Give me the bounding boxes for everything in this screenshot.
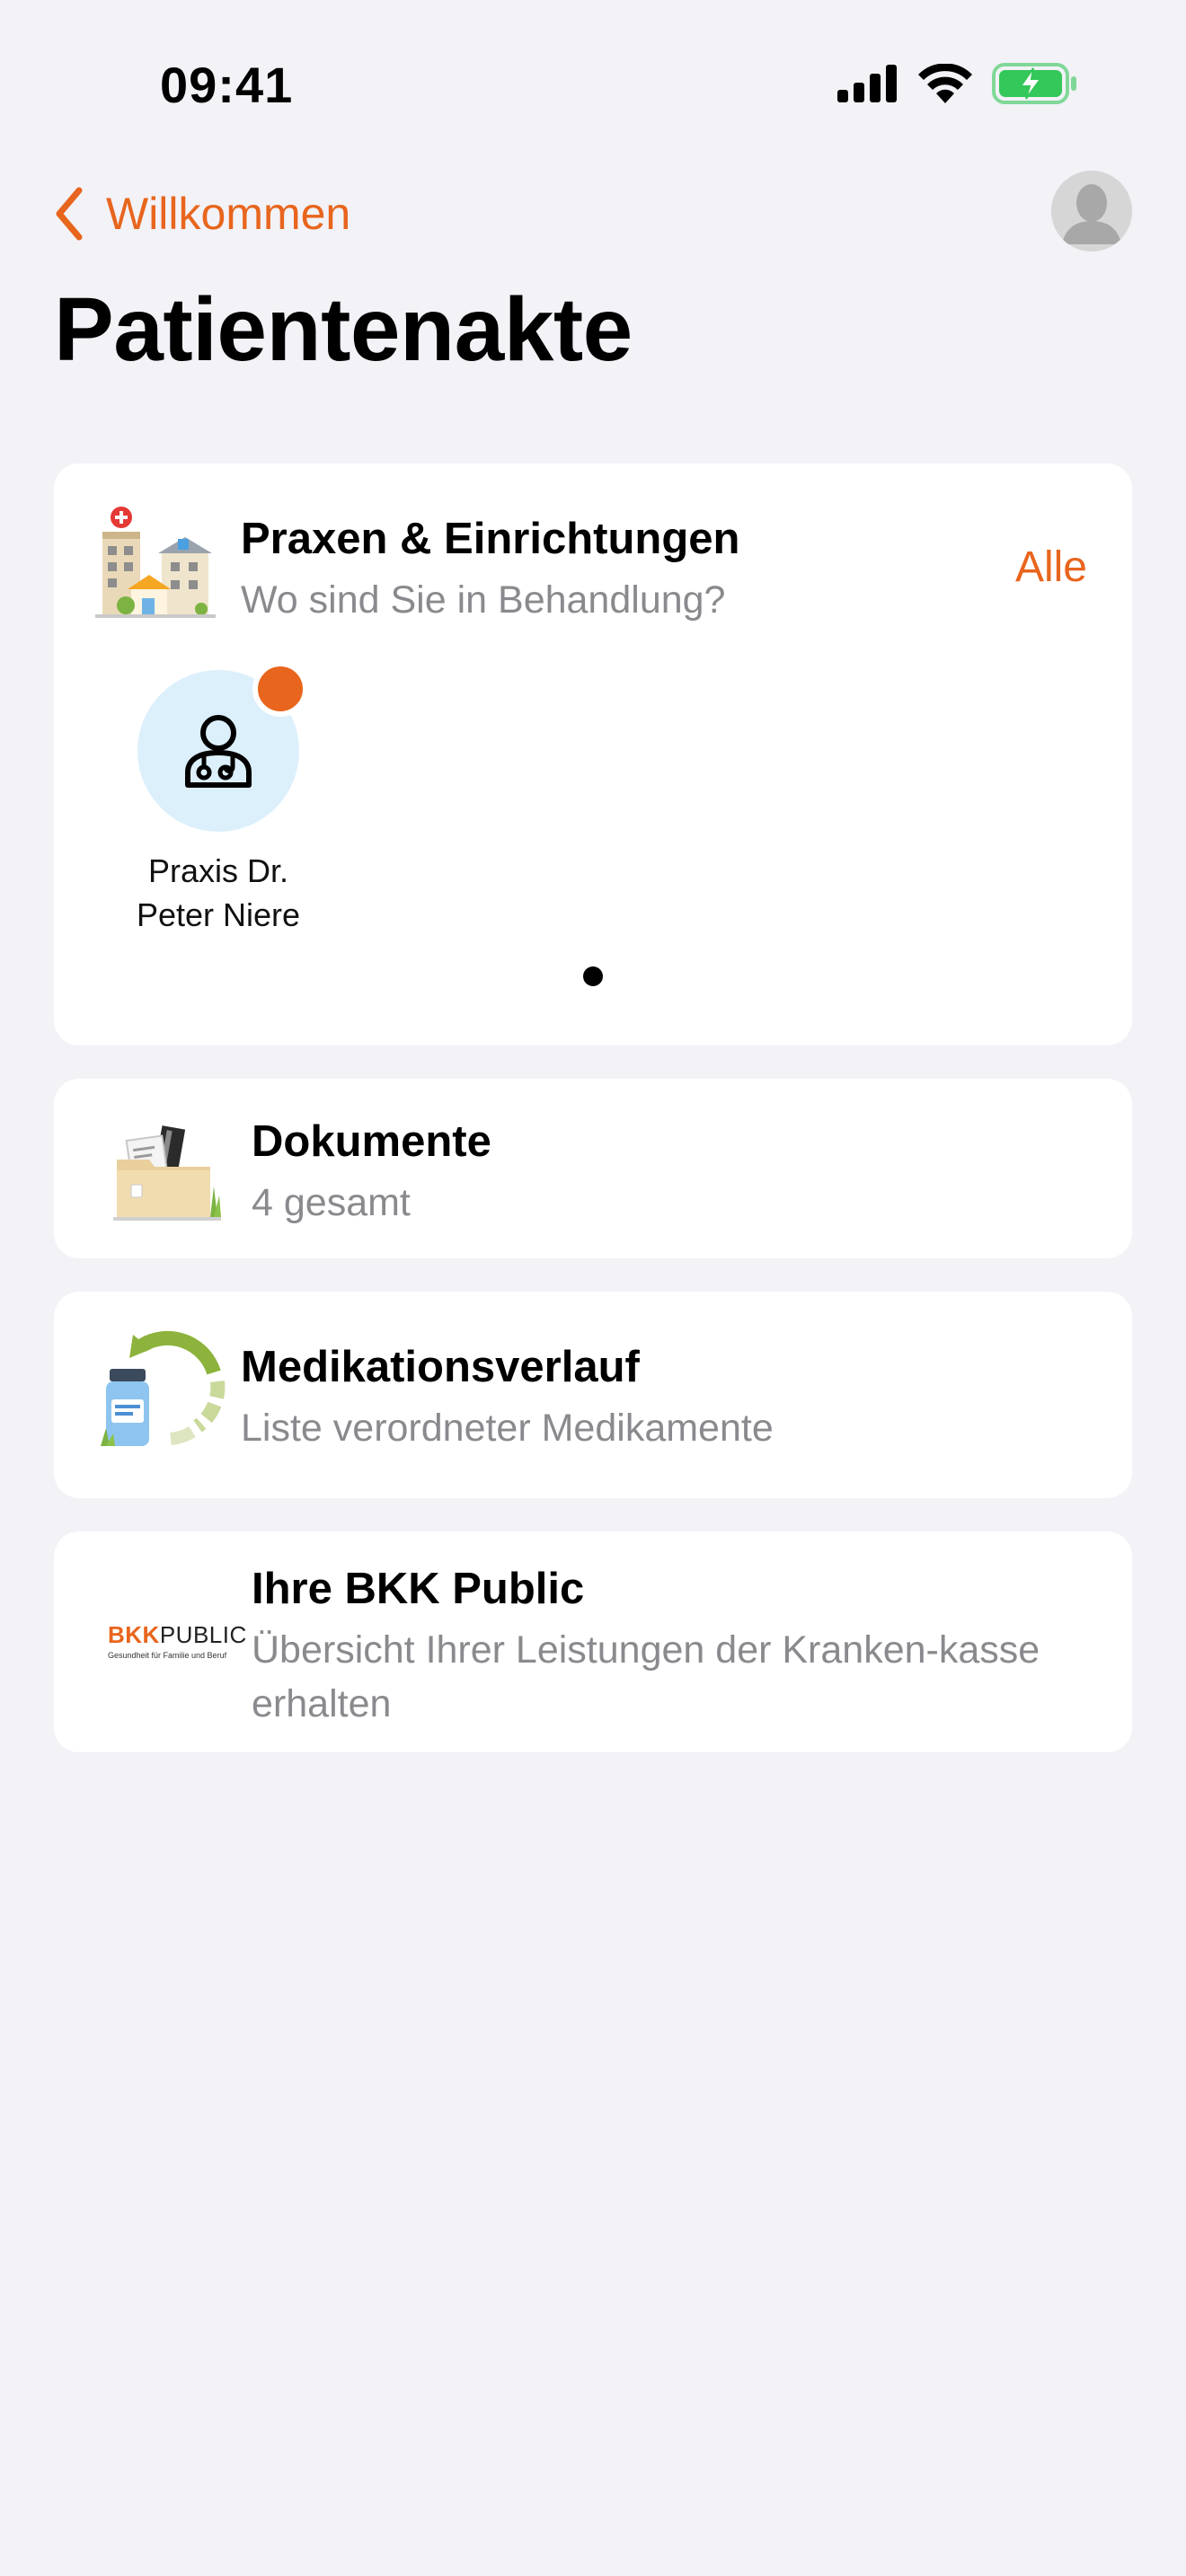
page-title: Patientenakte [54,279,633,380]
praxis-item[interactable]: Praxis Dr. Peter Niere [126,661,311,937]
doctor-icon [185,715,252,788]
praxis-name: Praxis Dr. Peter Niere [136,852,301,933]
bkk-logo-wordmark: BKKPUBLIC [108,1621,246,1649]
status-bar: 09:41 [0,0,1186,171]
wifi-icon [918,64,972,103]
chevron-left-icon [56,187,83,241]
praxen-subtitle: Wo sind Sie in Behandlung? [241,578,726,622]
praxen-card: Praxen & Einrichtungen Wo sind Sie in Be… [54,463,1132,1045]
praxen-title: Praxen & Einrichtungen [241,515,740,563]
dokumente-subtitle: 4 gesamt [252,1181,411,1224]
praxen-text: Praxen & Einrichtungen Wo sind Sie in Be… [241,514,739,627]
bkk-subtitle: Übersicht Ihrer Leistungen der Kranken-k… [252,1628,1040,1726]
bkk-title: Ihre BKK Public [252,1565,585,1613]
medikation-text: Medikationsverlauf Liste verordneter Med… [241,1342,774,1455]
bkk-logo-part2: PUBLIC [159,1621,247,1648]
patientenakte-screen: 09:41 Willkommen Patientenakte Praxen & … [0,0,1186,2576]
page-indicator-dot [583,966,603,986]
medikation-title: Medikationsverlauf [241,1343,640,1391]
signal-icon [837,65,897,102]
dokumente-card[interactable]: Dokumente 4 gesamt [54,1079,1132,1258]
bkk-logo: BKKPUBLIC Gesundheit für Familie und Ber… [108,1621,246,1660]
notification-badge [252,661,308,717]
battery-charging-icon [992,63,1076,104]
bkk-logo-part1: BKK [108,1621,160,1648]
alle-link[interactable]: Alle [1015,543,1087,592]
bkk-card[interactable]: BKKPUBLIC Gesundheit für Familie und Ber… [54,1531,1132,1752]
doctor-avatar [137,661,308,832]
back-button-label: Willkommen [106,189,351,239]
profile-avatar[interactable] [1051,171,1132,251]
bkk-logo-tagline: Gesundheit für Familie und Beruf [108,1651,227,1660]
dokumente-title: Dokumente [252,1117,491,1166]
dokumente-text: Dokumente 4 gesamt [252,1116,491,1230]
buildings-illustration-icon [95,507,216,618]
folder-documents-illustration-icon [113,1125,221,1221]
back-button[interactable]: Willkommen [54,178,350,250]
status-icons [837,63,1078,104]
medikation-subtitle: Liste verordneter Medikamente [241,1407,774,1450]
status-time: 09:41 [160,57,294,113]
medikation-card[interactable]: Medikationsverlauf Liste verordneter Med… [54,1292,1132,1498]
person-avatar-icon [1051,171,1132,251]
medication-bottle-illustration-icon [101,1330,226,1446]
bkk-text: Ihre BKK Public Übersicht Ihrer Leistung… [252,1564,1060,1731]
